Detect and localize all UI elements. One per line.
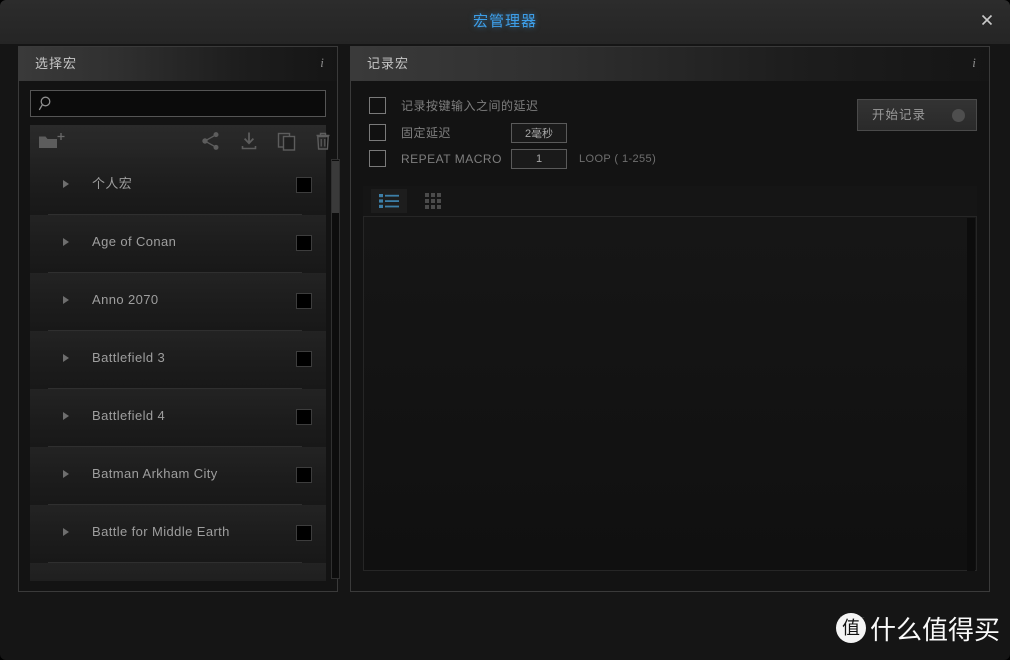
expand-arrow-icon[interactable] (63, 238, 69, 246)
copy-button[interactable] (274, 129, 300, 153)
canvas-scrollbar-track[interactable] (967, 218, 975, 571)
title-bar: 宏管理器 (0, 0, 1010, 44)
search-input[interactable] (61, 91, 321, 116)
share-button[interactable] (198, 129, 224, 153)
close-icon (981, 14, 993, 26)
macro-list-item-label: Age of Conan (92, 234, 177, 249)
expand-arrow-icon[interactable] (63, 412, 69, 420)
macro-list-item-label: Battlefield 4 (92, 408, 166, 423)
repeat-macro-label: REPEAT MACRO (401, 152, 502, 166)
repeat-macro-range-note: LOOP ( 1-255) (579, 153, 657, 165)
macro-list-item-label: Battle for Middle Earth (92, 524, 230, 539)
macro-list-item[interactable]: 个人宏 (30, 157, 326, 215)
macro-manager-window: 宏管理器 选择宏 i 个人宏 Age of Conan Anno 2070 Ba… (0, 0, 1010, 660)
macro-list-item[interactable]: Battle for Middle Earth (30, 505, 326, 563)
list-view-icon (379, 194, 399, 208)
grid-view-icon (424, 193, 441, 209)
macro-list-scrollbar-thumb[interactable] (332, 161, 339, 213)
expand-arrow-icon[interactable] (63, 180, 69, 188)
fixed-delay-checkbox[interactable] (369, 124, 386, 141)
macro-steps-canvas[interactable] (363, 216, 977, 571)
left-panel-title: 选择宏 (35, 56, 78, 71)
macro-list-item-label: Batman Arkham City (92, 466, 218, 481)
view-toggle-bar (363, 186, 977, 216)
select-macro-panel: 选择宏 i 个人宏 Age of Conan Anno 2070 Battlef… (18, 46, 340, 592)
window-title: 宏管理器 (472, 13, 537, 30)
macro-list-item-label: Anno 2070 (92, 292, 159, 307)
macro-list-scrollbar-track[interactable] (331, 159, 340, 579)
macro-list-item[interactable]: Age of Conan (30, 215, 326, 273)
record-macro-panel: 记录宏 i 记录按键输入之间的延迟 固定延迟 REPEAT MACRO LOOP… (350, 46, 990, 592)
macro-list-item-checkbox[interactable] (296, 293, 312, 309)
delete-icon (316, 132, 330, 150)
record-delay-label: 记录按键输入之间的延迟 (401, 99, 539, 113)
info-icon[interactable]: i (315, 55, 329, 71)
close-button[interactable] (970, 5, 1004, 35)
macro-list-item-label: Battlefield Bad Company 2 (92, 563, 256, 581)
record-indicator-icon (952, 109, 965, 122)
macro-list-item[interactable]: Battlefield 3 (30, 331, 326, 389)
import-button[interactable] (236, 129, 262, 153)
macro-list-item[interactable]: Battlefield Bad Company 2 (30, 563, 326, 581)
macro-list-item[interactable]: Anno 2070 (30, 273, 326, 331)
macro-list-item[interactable]: Battlefield 4 (30, 389, 326, 447)
macro-list-item-label: Battlefield 3 (92, 350, 166, 365)
list-view-button[interactable] (371, 189, 407, 213)
macro-toolbar (30, 125, 330, 157)
repeat-macro-input[interactable] (511, 149, 567, 169)
watermark: 认证 值 什么值得买 (833, 606, 1003, 650)
macro-list-item-checkbox[interactable] (296, 467, 312, 483)
new-folder-button[interactable] (36, 129, 70, 153)
delete-button[interactable] (312, 129, 334, 153)
macro-list-item-checkbox[interactable] (296, 235, 312, 251)
macro-list-item-checkbox[interactable] (296, 409, 312, 425)
fixed-delay-label: 固定延迟 (401, 126, 452, 140)
expand-arrow-icon[interactable] (63, 354, 69, 362)
share-icon (202, 132, 219, 150)
right-panel-header: 记录宏 i (351, 47, 989, 81)
record-delay-checkbox[interactable] (369, 97, 386, 114)
search-icon (38, 96, 51, 111)
info-icon[interactable]: i (967, 55, 981, 71)
repeat-macro-checkbox[interactable] (369, 150, 386, 167)
macro-list[interactable]: 个人宏 Age of Conan Anno 2070 Battlefield 3 Bat… (30, 157, 326, 581)
macro-list-item-checkbox[interactable] (296, 351, 312, 367)
macro-list-item-checkbox[interactable] (296, 525, 312, 541)
macro-list-item[interactable]: Batman Arkham City (30, 447, 326, 505)
start-record-button[interactable]: 开始记录 (857, 99, 977, 131)
watermark-logo: 值 (836, 613, 866, 643)
import-icon (241, 132, 257, 150)
new-folder-icon (39, 133, 65, 148)
grid-view-button[interactable] (415, 189, 451, 213)
fixed-delay-input[interactable] (511, 123, 567, 143)
expand-arrow-icon[interactable] (63, 296, 69, 304)
expand-arrow-icon[interactable] (63, 470, 69, 478)
macro-list-item-label: 个人宏 (92, 176, 133, 191)
right-panel-title: 记录宏 (367, 56, 410, 71)
left-panel-header: 选择宏 i (19, 47, 337, 81)
search-box[interactable] (30, 90, 326, 117)
macro-list-item-checkbox[interactable] (296, 177, 312, 193)
start-record-label: 开始记录 (872, 108, 927, 122)
expand-arrow-icon[interactable] (63, 528, 69, 536)
watermark-text: 什么值得买 (870, 614, 1001, 645)
copy-icon (277, 132, 296, 151)
